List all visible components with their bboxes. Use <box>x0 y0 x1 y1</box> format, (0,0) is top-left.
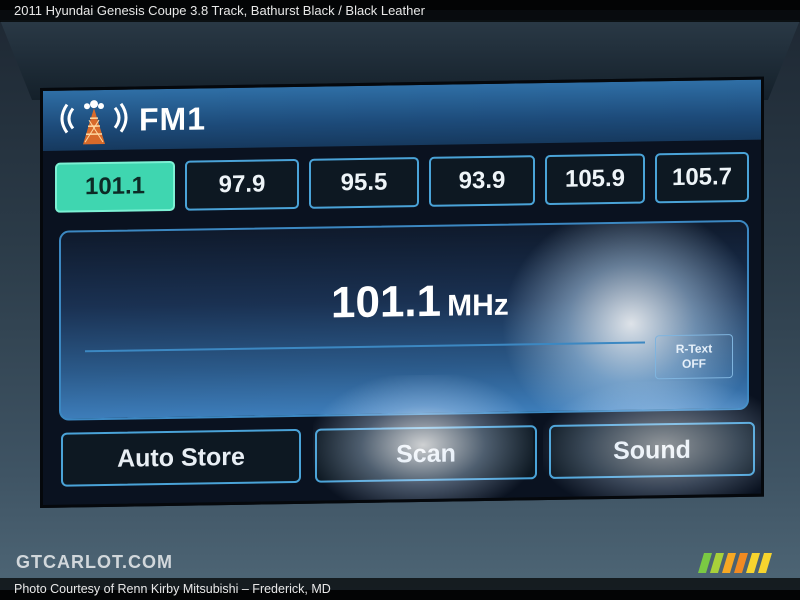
preset-button-5[interactable]: 105.9 <box>545 153 645 206</box>
preset-button-6[interactable]: 105.7 <box>655 151 749 204</box>
preset-button-1[interactable]: 101.1 <box>55 160 175 213</box>
scan-button[interactable]: Scan <box>315 425 537 483</box>
preset-button-3[interactable]: 95.5 <box>309 157 419 209</box>
screen-glare <box>501 219 749 421</box>
preset-button-4[interactable]: 93.9 <box>429 155 535 207</box>
radio-tower-icon <box>60 100 128 145</box>
auto-store-button[interactable]: Auto Store <box>61 428 301 487</box>
gtcarlot-logo-stripes-icon <box>698 553 772 573</box>
current-frequency: 101.1 MHz <box>331 276 509 329</box>
frequency-display: 101.1 MHz R-Text OFF <box>59 219 749 421</box>
preset-bar: 101.1 97.9 95.5 93.9 105.9 105.7 <box>55 151 755 217</box>
sound-button[interactable]: Sound <box>549 421 755 480</box>
gtcarlot-watermark: GTCARLOT.COM <box>16 552 173 572</box>
rtext-toggle-button[interactable]: R-Text OFF <box>655 334 733 380</box>
band-label: FM1 <box>139 100 206 138</box>
preset-button-2[interactable]: 97.9 <box>185 158 299 211</box>
rtext-label: R-Text <box>675 341 713 357</box>
photo-caption-top: 2011 Hyundai Genesis Coupe 3.8 Track, Ba… <box>0 0 800 22</box>
rtext-state: OFF <box>682 356 706 371</box>
frequency-value: 101.1 <box>331 276 442 328</box>
photo-caption-bottom: Photo Courtesy of Renn Kirby Mitsubishi … <box>0 578 800 600</box>
title-bar: FM1 <box>43 79 761 151</box>
frequency-unit: MHz <box>447 288 509 323</box>
head-unit-screen: FM1 101.1 97.9 95.5 93.9 105.9 105.7 101… <box>40 76 764 508</box>
